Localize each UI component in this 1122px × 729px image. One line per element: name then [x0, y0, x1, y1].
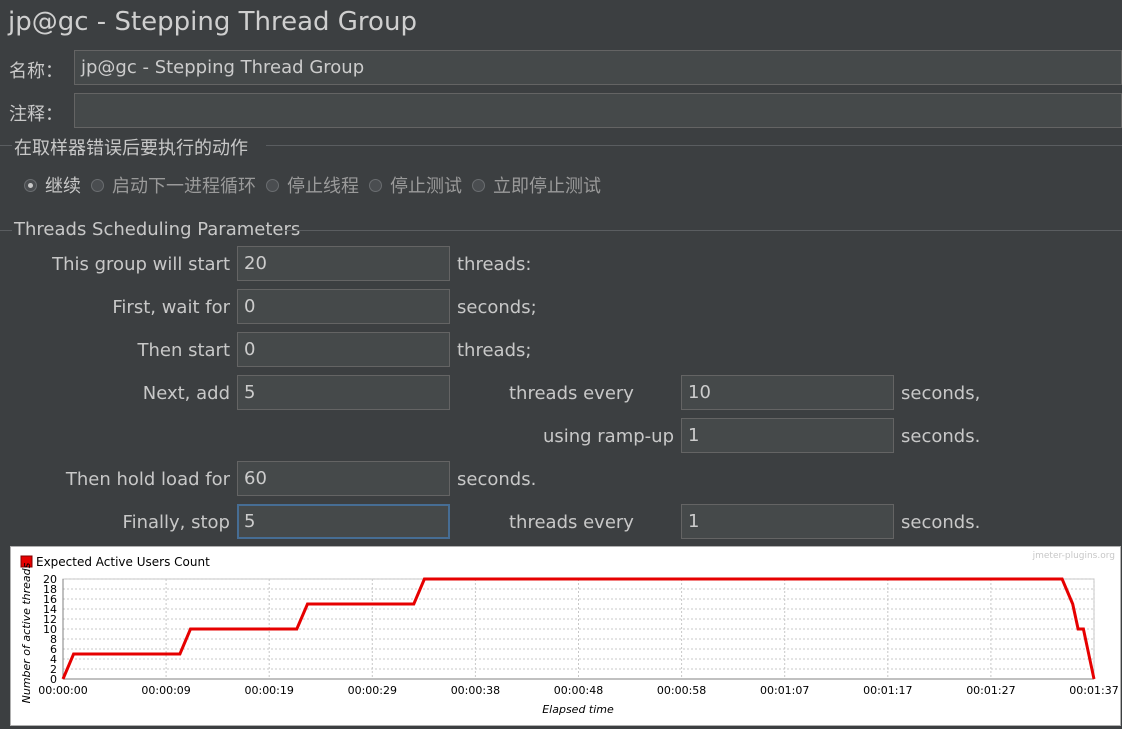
- legend-label: Expected Active Users Count: [36, 555, 210, 569]
- decrement-label: Finally, stop: [122, 512, 230, 533]
- start-threads-label: This group will start: [52, 254, 230, 275]
- increment-interval-unit: seconds,: [901, 383, 981, 404]
- x-tick-label: 00:00:09: [141, 684, 190, 697]
- increment-interval-input[interactable]: 10: [681, 375, 894, 410]
- x-tick-label: 00:01:07: [760, 684, 809, 697]
- radio-label: 立即停止测试: [493, 176, 601, 197]
- initial-delay-input[interactable]: 0: [237, 289, 450, 324]
- start-threads-input[interactable]: 20: [237, 246, 450, 281]
- y-axis-title: Number of active threads: [20, 562, 33, 703]
- error-action-section-title: 在取样器错误后要执行的动作: [14, 138, 248, 159]
- increment-label: Next, add: [142, 383, 230, 404]
- chart-canvas: 0246810121416182000:00:00 00:00:09 00:00:1…: [20, 551, 1119, 716]
- name-label: 名称：: [9, 61, 63, 82]
- chart-watermark: jmeter-plugins.org: [1032, 551, 1115, 561]
- expected-users-chart: 0 2 4 6 8 10 12 14 16 18 20 00:00:00 00:00:09 00:00:1…: [10, 546, 1121, 726]
- radio-label: 停止测试: [390, 176, 462, 197]
- radio-label: 启动下一进程循环: [112, 176, 256, 197]
- decrement-interval-input[interactable]: 1: [681, 504, 894, 539]
- decrement-users-input[interactable]: 5: [237, 504, 450, 539]
- x-tick-label: 00:00:48: [554, 684, 603, 697]
- x-axis-title: Elapsed time: [542, 703, 614, 716]
- section-border-right: [266, 145, 1122, 146]
- hold-load-unit: seconds.: [457, 469, 537, 490]
- radio-label: 停止线程: [287, 176, 359, 197]
- name-input[interactable]: jp@gc - Stepping Thread Group: [74, 50, 1122, 85]
- x-tick-label: 00:01:27: [966, 684, 1015, 697]
- scheduling-section-title: Threads Scheduling Parameters: [14, 219, 301, 240]
- then-start-input[interactable]: 0: [237, 332, 450, 367]
- increment-every-label: threads every: [509, 383, 634, 404]
- ramp-up-input[interactable]: 1: [681, 418, 894, 453]
- initial-delay-label: First, wait for: [112, 297, 230, 318]
- radio-button-icon[interactable]: [472, 178, 485, 192]
- decrement-every-label: threads every: [509, 512, 634, 533]
- ramp-up-unit: seconds.: [901, 426, 981, 447]
- ramp-up-label: using ramp-up: [542, 426, 674, 447]
- window-title: jp@gc - Stepping Thread Group: [8, 7, 417, 37]
- x-tick-label: 00:00:00: [38, 684, 87, 697]
- error-action-radio-group: 继续 启动下一进程循环 停止线程 停止测试 立即停止测试: [24, 172, 611, 198]
- radio-label: 继续: [45, 176, 81, 197]
- initial-delay-unit: seconds;: [457, 297, 537, 318]
- x-tick-label: 00:00:38: [451, 684, 500, 697]
- increment-users-input[interactable]: 5: [237, 375, 450, 410]
- radio-stop-thread[interactable]: 停止线程: [266, 172, 359, 198]
- radio-button-icon[interactable]: [369, 178, 382, 192]
- comment-label: 注释：: [9, 104, 63, 125]
- section-border-left: [0, 230, 12, 231]
- hold-load-input[interactable]: 60: [237, 461, 450, 496]
- radio-stop-test-now[interactable]: 立即停止测试: [472, 172, 601, 198]
- hold-load-label: Then hold load for: [65, 469, 230, 490]
- section-border-right: [285, 230, 1122, 231]
- x-tick-label: 00:00:58: [657, 684, 706, 697]
- y-tick-label: 20: [43, 573, 57, 586]
- x-tick-label: 00:00:19: [244, 684, 293, 697]
- decrement-interval-unit: seconds.: [901, 512, 981, 533]
- radio-button-icon[interactable]: [266, 178, 279, 192]
- x-tick-label: 00:00:29: [348, 684, 397, 697]
- section-border-left: [0, 145, 12, 146]
- then-start-unit: threads;: [457, 340, 532, 361]
- then-start-label: Then start: [137, 340, 230, 361]
- start-threads-unit: threads:: [457, 254, 532, 275]
- radio-button-selected-icon[interactable]: [24, 178, 37, 192]
- x-tick-label: 00:01:17: [863, 684, 912, 697]
- radio-start-next-loop[interactable]: 启动下一进程循环: [91, 172, 256, 198]
- comment-input[interactable]: [74, 93, 1122, 128]
- x-tick-label: 00:01:37: [1069, 684, 1118, 697]
- radio-continue[interactable]: 继续: [24, 172, 81, 198]
- radio-stop-test[interactable]: 停止测试: [369, 172, 462, 198]
- radio-button-icon[interactable]: [91, 178, 104, 192]
